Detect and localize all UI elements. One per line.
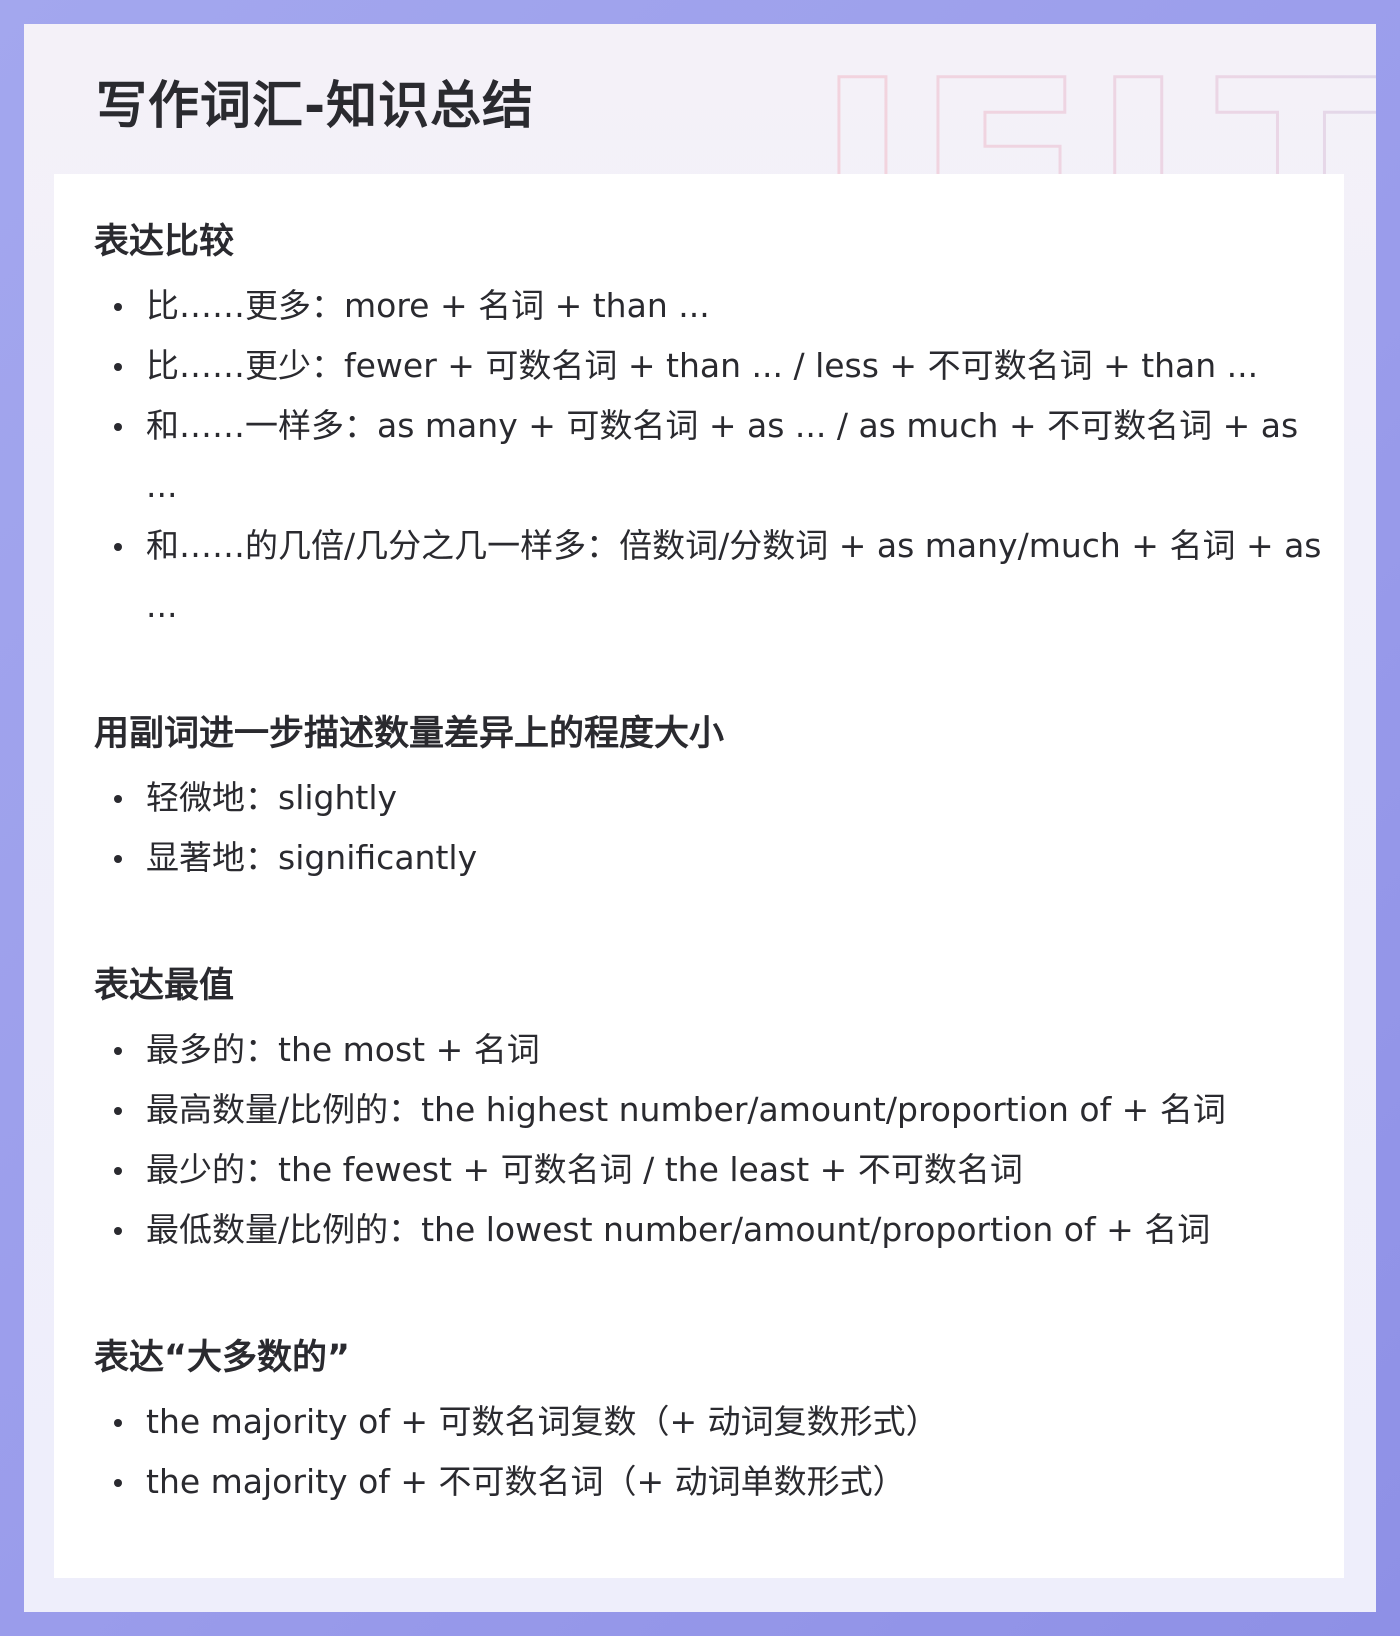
item-text: 最少的：the fewest + 可数名词 / the least + 不可数名…	[146, 1150, 1023, 1189]
list-item: 最多的：the most + 名词	[94, 1020, 1344, 1080]
item-text: the majority of + 不可数名词（+ 动词单数形式）	[146, 1462, 906, 1501]
item-text: 和……一样多：as many + 可数名词 + as ... / as much…	[146, 406, 1299, 505]
bullet-icon	[114, 423, 122, 431]
list-item: 比……更多：more + 名词 + than ...	[94, 276, 1344, 336]
list-item: 最低数量/比例的：the lowest number/amount/propor…	[94, 1200, 1344, 1260]
bullet-icon	[114, 1479, 122, 1487]
section-heading: 表达最值	[94, 966, 235, 1006]
item-text: 和……的几倍/几分之几一样多：倍数词/分数词 + as many/much + …	[146, 526, 1322, 625]
list-item: 和……的几倍/几分之几一样多：倍数词/分数词 + as many/much + …	[94, 516, 1344, 636]
section-comparison: 表达比较 比……更多：more + 名词 + than ... 比……更少：fe…	[94, 218, 1344, 636]
section-heading: 用副词进一步描述数量差异上的程度大小	[94, 714, 725, 754]
content-panel: 表达比较 比……更多：more + 名词 + than ... 比……更少：fe…	[54, 174, 1344, 1578]
list-item: 最高数量/比例的：the highest number/amount/propo…	[94, 1080, 1344, 1140]
list-item: the majority of + 不可数名词（+ 动词单数形式）	[94, 1452, 1344, 1512]
page-title: 写作词汇-知识总结	[96, 77, 535, 136]
bullet-icon	[114, 363, 122, 371]
item-list: 比……更多：more + 名词 + than ... 比……更少：fewer +…	[94, 276, 1344, 636]
item-text: 轻微地：slightly	[146, 778, 398, 817]
item-list: 轻微地：slightly 显著地：significantly	[94, 768, 1344, 888]
list-item: 最少的：the fewest + 可数名词 / the least + 不可数名…	[94, 1140, 1344, 1200]
bullet-icon	[114, 1419, 122, 1427]
bullet-icon	[114, 1167, 122, 1175]
bullet-icon	[114, 1107, 122, 1115]
section-adverbs: 用副词进一步描述数量差异上的程度大小 轻微地：slightly 显著地：sign…	[94, 710, 1344, 888]
item-text: 比……更多：more + 名词 + than ...	[146, 286, 710, 325]
list-item: the majority of + 可数名词复数（+ 动词复数形式）	[94, 1392, 1344, 1452]
item-text: 显著地：significantly	[146, 838, 478, 877]
item-list: 最多的：the most + 名词 最高数量/比例的：the highest n…	[94, 1020, 1344, 1260]
list-item: 显著地：significantly	[94, 828, 1344, 888]
bullet-icon	[114, 855, 122, 863]
section-extremes: 表达最值 最多的：the most + 名词 最高数量/比例的：the high…	[94, 962, 1344, 1260]
item-text: 最高数量/比例的：the highest number/amount/propo…	[146, 1090, 1226, 1129]
bullet-icon	[114, 1047, 122, 1055]
summary-card: IELTS 写作词汇-知识总结 表达比较 比……更多：more + 名词 + t…	[24, 24, 1376, 1612]
section-majority: 表达“大多数的” the majority of + 可数名词复数（+ 动词复数…	[94, 1334, 1344, 1512]
bullet-icon	[114, 1227, 122, 1235]
item-text: the majority of + 可数名词复数（+ 动词复数形式）	[146, 1402, 939, 1441]
bullet-icon	[114, 795, 122, 803]
item-list: the majority of + 可数名词复数（+ 动词复数形式） the m…	[94, 1392, 1344, 1512]
section-heading: 表达比较	[94, 222, 235, 262]
item-text: 最多的：the most + 名词	[146, 1030, 540, 1069]
item-text: 最低数量/比例的：the lowest number/amount/propor…	[146, 1210, 1211, 1249]
bullet-icon	[114, 303, 122, 311]
section-heading: 表达“大多数的”	[94, 1338, 351, 1378]
bullet-icon	[114, 543, 122, 551]
list-item: 比……更少：fewer + 可数名词 + than ... / less + 不…	[94, 336, 1344, 396]
list-item: 轻微地：slightly	[94, 768, 1344, 828]
item-text: 比……更少：fewer + 可数名词 + than ... / less + 不…	[146, 346, 1259, 385]
list-item: 和……一样多：as many + 可数名词 + as ... / as much…	[94, 396, 1344, 516]
